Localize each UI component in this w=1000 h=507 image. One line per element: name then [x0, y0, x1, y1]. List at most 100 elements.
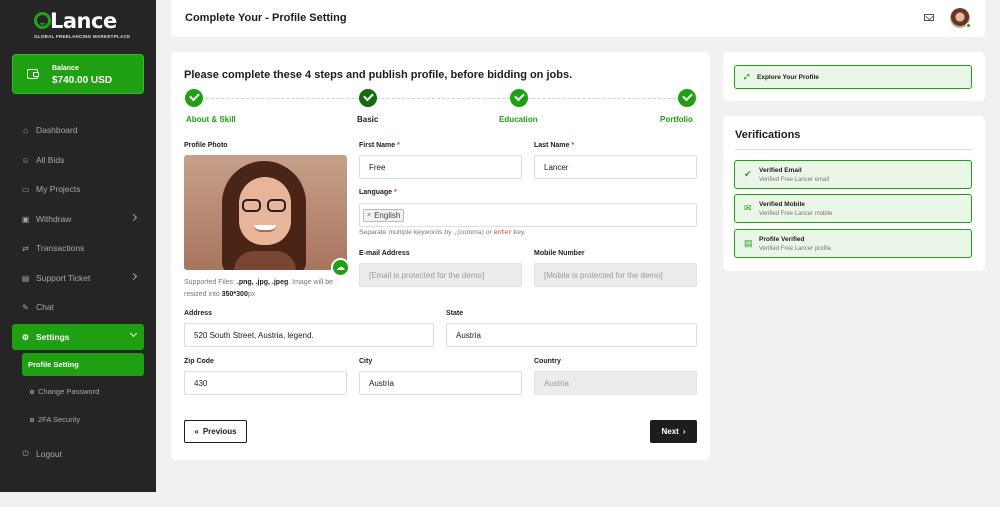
sidebar-item-label: Logout: [36, 449, 62, 459]
step-label-education[interactable]: Education: [499, 115, 538, 124]
gear-icon: ⚙: [21, 332, 30, 342]
verification-subtitle: Verified Free Lancer profile: [759, 246, 832, 252]
mobile-label: Mobile Number: [534, 250, 585, 257]
profile-photo-label: Profile Photo: [184, 142, 228, 149]
next-button[interactable]: Next ›: [650, 420, 697, 443]
city-label: City: [359, 358, 373, 365]
id-card-icon: ▤: [744, 238, 753, 248]
logout-icon: ⏻: [22, 449, 29, 458]
verifications-title: Verifications: [735, 129, 801, 141]
step-check-icon[interactable]: [359, 89, 377, 107]
email-field[interactable]: [Email is protected for the demo]: [359, 263, 522, 287]
sidebar-item-my-projects[interactable]: ▭ My Projects: [12, 176, 144, 202]
verification-item-mobile[interactable]: ✉ Verified Mobile Verified Free Lancer m…: [734, 194, 972, 223]
mail-icon[interactable]: [924, 14, 934, 21]
first-name-field[interactable]: Free: [359, 155, 522, 179]
state-field[interactable]: Austria: [446, 323, 697, 347]
sidebar-item-label: Settings: [36, 332, 70, 342]
verification-subtitle: Verified Free Lancer mobile: [759, 211, 833, 217]
next-button-label: Next: [661, 427, 679, 436]
verification-item-email[interactable]: ✔ Verified Email Verified Free Lancer em…: [734, 160, 972, 189]
form-heading: Please complete these 4 steps and publis…: [184, 69, 573, 81]
upload-photo-button[interactable]: ☁: [331, 258, 350, 277]
country-label: Country: [534, 358, 561, 365]
address-field[interactable]: 520 South Street, Austria, legend.: [184, 323, 434, 347]
sidebar-item-chat[interactable]: ✎ Chat: [12, 294, 144, 320]
supported-files-note: Supported Files: .png, .jpg, .jpeg. Imag…: [184, 279, 333, 298]
sidebar-item-settings[interactable]: ⚙ Settings: [12, 324, 144, 350]
mobile-field[interactable]: [Mobile is protected for the demo]: [534, 263, 697, 287]
previous-button-label: Previous: [202, 427, 237, 436]
zip-code-field[interactable]: 430: [184, 371, 347, 395]
sidebar-item-withdraw[interactable]: ▣ Withdraw: [12, 206, 144, 232]
language-chip[interactable]: × English: [363, 208, 405, 222]
logo-icon: [34, 12, 51, 29]
explore-panel: ⤢ Explore Your Profile: [723, 52, 985, 101]
exchange-icon: ⇄: [22, 243, 29, 253]
top-header: Complete Your - Profile Setting: [171, 0, 985, 37]
ticket-icon: ▤: [21, 273, 30, 283]
zip-code-label: Zip Code: [184, 358, 214, 365]
sidebar-item-dashboard[interactable]: ⌂ Dashboard: [12, 117, 144, 143]
state-label: State: [446, 310, 464, 317]
chat-icon: ✎: [22, 302, 29, 312]
remove-chip-icon[interactable]: ×: [367, 212, 371, 219]
sidebar-item-label: Withdraw: [36, 214, 72, 224]
step-label-portfolio[interactable]: Portfolio: [660, 115, 693, 124]
user-check-icon: ✔: [744, 169, 752, 179]
address-label: Address: [184, 310, 213, 317]
language-chip-label: English: [374, 210, 401, 220]
language-hint: Separate multiple keywords by ,(comma) o…: [359, 229, 526, 236]
country-field[interactable]: Austria: [534, 371, 697, 395]
divider: [735, 149, 973, 150]
step-label-about-skill[interactable]: About & Skill: [186, 115, 236, 124]
brand-logo[interactable]: Lance GLOBAL FREELANCING MARKETPLACE: [34, 9, 130, 40]
sidebar-item-label: My Projects: [36, 184, 81, 194]
bullet-icon: [30, 389, 34, 394]
user-avatar[interactable]: [950, 8, 971, 28]
step-check-icon[interactable]: [510, 89, 528, 107]
sidebar-subitem-change-password[interactable]: Change Password: [22, 380, 144, 403]
explore-profile-button[interactable]: ⤢ Explore Your Profile: [734, 65, 972, 89]
step-check-icon[interactable]: [678, 89, 696, 107]
step-check-icon[interactable]: [185, 89, 203, 107]
city-field[interactable]: Austria: [359, 371, 522, 395]
balance-amount: $740.00 USD: [52, 75, 113, 86]
online-status-icon: [966, 23, 971, 28]
sidebar-item-label: Chat: [36, 302, 54, 312]
sidebar-item-label: Support Ticket: [36, 273, 91, 283]
sidebar-subitem-label: Change Password: [38, 387, 100, 396]
sidebar-item-all-bids[interactable]: ☺ All Bids: [12, 147, 144, 173]
steps-progress-line: [196, 98, 686, 99]
chevrons-left-icon: «: [194, 427, 199, 436]
last-name-label: Last Name *: [534, 142, 575, 149]
language-tag-input[interactable]: × English: [359, 203, 697, 227]
last-name-field[interactable]: Lancer: [534, 155, 697, 179]
sidebar-subitem-profile-setting[interactable]: Profile Setting: [22, 353, 144, 376]
verification-title: Verified Email: [759, 167, 802, 174]
chevron-right-icon: [129, 213, 138, 222]
sidebar-item-transactions[interactable]: ⇄ Transactions: [12, 235, 144, 261]
page-title: Complete Your - Profile Setting: [185, 12, 347, 24]
verification-item-profile[interactable]: ▤ Profile Verified Verified Free Lancer …: [734, 229, 972, 258]
sidebar-item-logout[interactable]: ⏻ Logout: [12, 441, 144, 467]
balance-card[interactable]: Balance $740.00 USD: [12, 54, 144, 94]
profile-form-card: Please complete these 4 steps and publis…: [171, 52, 710, 460]
bullet-icon: [30, 417, 34, 422]
sidebar-subitem-2fa-security[interactable]: 2FA Security: [22, 408, 144, 431]
sidebar-subitem-label: 2FA Security: [38, 415, 81, 424]
previous-button[interactable]: « Previous: [184, 420, 247, 443]
wallet-icon: ▣: [21, 214, 30, 224]
sidebar: Lance GLOBAL FREELANCING MARKETPLACE Bal…: [0, 0, 156, 492]
folder-icon: ▭: [21, 184, 30, 194]
brand-name: Lance: [50, 9, 117, 33]
sidebar-item-label: Dashboard: [36, 125, 78, 135]
step-label-basic[interactable]: Basic: [357, 115, 378, 124]
verification-subtitle: Verified Free Lancer email: [759, 177, 830, 183]
sidebar-item-support-ticket[interactable]: ▤ Support Ticket: [12, 265, 144, 291]
sidebar-subitem-label: Profile Setting: [28, 360, 79, 369]
chevron-down-icon: [129, 329, 138, 338]
mail-check-icon: ✉: [744, 203, 752, 213]
wallet-icon: [27, 69, 39, 79]
email-label: E-mail Address: [359, 250, 410, 257]
